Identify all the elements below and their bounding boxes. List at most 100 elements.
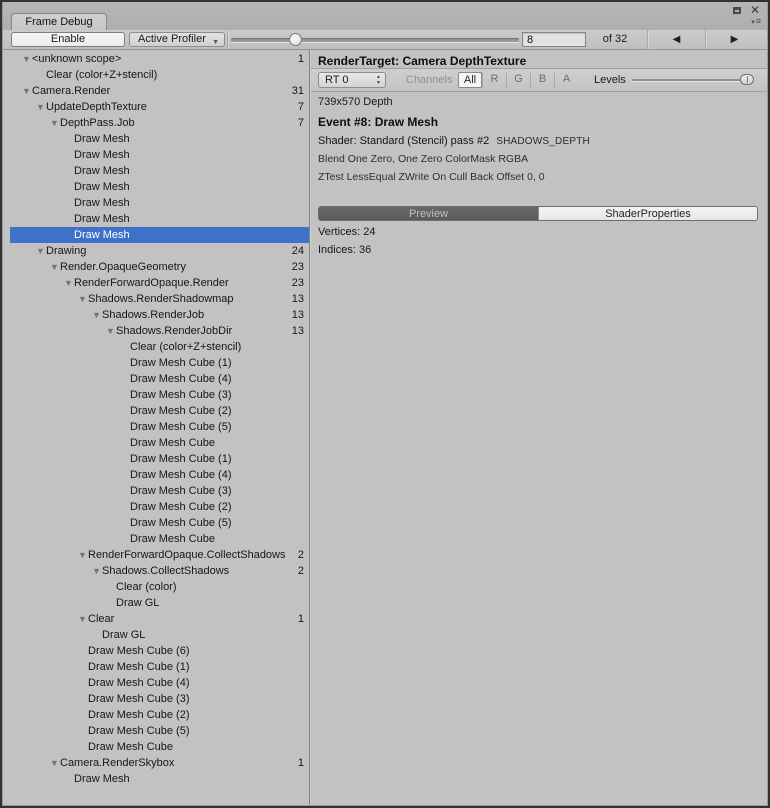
tree-row[interactable]: ▼ Camera.Render 31 (10, 83, 309, 99)
rt-select-dropdown[interactable]: RT 0 ▲ ▼ (318, 72, 386, 88)
tree-row[interactable]: Draw Mesh (10, 227, 309, 243)
tree-row[interactable]: Draw Mesh Cube (2) (10, 707, 309, 723)
tree-row[interactable]: Draw Mesh (10, 131, 309, 147)
detail-panel: RenderTarget: Camera DepthTexture RT 0 ▲… (311, 50, 767, 805)
tree-row[interactable]: Draw Mesh Cube (10, 435, 309, 451)
channels-label: Channels (406, 74, 453, 86)
tree-row[interactable]: ▼ <unknown scope> 1 (10, 51, 309, 67)
tree-row-count: 23 (291, 277, 304, 289)
expander-triangle-icon[interactable]: ▼ (106, 323, 116, 339)
tree-row[interactable]: ▼ Render.OpaqueGeometry 23 (10, 259, 309, 275)
enable-button[interactable]: Enable (11, 32, 125, 47)
expander-triangle-icon[interactable]: ▼ (92, 307, 102, 323)
tree-row[interactable]: ▼ Shadows.RenderShadowmap 13 (10, 291, 309, 307)
levels-slider[interactable] (632, 69, 754, 91)
close-icon[interactable]: ✕ (750, 3, 760, 17)
expander-triangle-icon[interactable]: ▼ (22, 51, 32, 67)
expander-triangle-icon[interactable]: ▼ (36, 243, 46, 259)
tree-row[interactable]: ▼ Drawing 24 (10, 243, 309, 259)
tab-preview[interactable]: Preview (319, 207, 538, 220)
tree-row[interactable]: Clear (color+Z+stencil) (10, 67, 309, 83)
tree-row[interactable]: Draw Mesh Cube (5) (10, 419, 309, 435)
tree-row-label: Draw Mesh Cube (2) (130, 405, 232, 417)
frame-total-label: of 32 (602, 33, 628, 45)
tree-row[interactable]: Draw Mesh Cube (10, 739, 309, 755)
expander-triangle-icon[interactable]: ▼ (50, 755, 60, 771)
tree-row-count: 1 (297, 53, 304, 65)
frame-slider-thumb[interactable] (289, 33, 302, 46)
tree-row-label: Draw Mesh (74, 165, 130, 177)
expander-triangle-icon[interactable]: ▼ (78, 291, 88, 307)
expander-triangle-icon[interactable]: ▼ (78, 611, 88, 627)
tree-row[interactable]: ▼ RenderForwardOpaque.CollectShadows 2 (10, 547, 309, 563)
expander-triangle-icon[interactable]: ▼ (64, 275, 74, 291)
expander-triangle-icon[interactable]: ▼ (92, 563, 102, 579)
tree-row[interactable]: Draw Mesh Cube (4) (10, 675, 309, 691)
channel-button-a[interactable]: A (554, 72, 578, 88)
tree-row[interactable]: Draw GL (10, 627, 309, 643)
channel-button-b[interactable]: B (530, 72, 554, 88)
window-menu-icon[interactable]: ▾≡ (751, 17, 761, 27)
tree-row[interactable]: ▼ Camera.RenderSkybox 1 (10, 755, 309, 771)
maximize-icon[interactable] (733, 7, 741, 14)
levels-minmax-thumb[interactable] (740, 74, 754, 85)
expander-triangle-icon[interactable]: ▼ (78, 547, 88, 563)
titlebar[interactable]: Frame Debug ✕ ▾≡ (3, 2, 767, 30)
tree-row[interactable]: Draw Mesh Cube (10, 531, 309, 547)
expander-triangle-icon[interactable]: ▼ (22, 83, 32, 99)
tree-row[interactable]: Draw Mesh Cube (3) (10, 483, 309, 499)
tree-row[interactable]: ▼ Clear 1 (10, 611, 309, 627)
tree-row[interactable]: Draw Mesh (10, 163, 309, 179)
next-frame-button[interactable]: ▶ (705, 30, 763, 49)
tree-row[interactable]: ▼ UpdateDepthTexture 7 (10, 99, 309, 115)
expander-triangle-icon[interactable]: ▼ (36, 99, 46, 115)
tree-row-count: 7 (297, 101, 304, 113)
tree-row[interactable]: Draw Mesh (10, 195, 309, 211)
tree-row[interactable]: ▼ Shadows.RenderJob 13 (10, 307, 309, 323)
tree-row[interactable]: Draw Mesh (10, 179, 309, 195)
tree-row[interactable]: Draw Mesh (10, 771, 309, 787)
tree-row[interactable]: Draw Mesh Cube (1) (10, 451, 309, 467)
tree-row[interactable]: Draw Mesh (10, 211, 309, 227)
tree-row[interactable]: Draw GL (10, 595, 309, 611)
channel-button-g[interactable]: G (506, 72, 530, 88)
tree-row[interactable]: ▼ DepthPass.Job 7 (10, 115, 309, 131)
prev-frame-button[interactable]: ◀ (647, 30, 705, 49)
tree-row[interactable]: ▼ Shadows.RenderJobDir 13 (10, 323, 309, 339)
tree-row-label: Render.OpaqueGeometry (60, 261, 186, 273)
expander-triangle-icon[interactable]: ▼ (50, 259, 60, 275)
tree-row[interactable]: Draw Mesh Cube (3) (10, 691, 309, 707)
tree-row[interactable]: Clear (color+Z+stencil) (10, 339, 309, 355)
expander-triangle-icon[interactable]: ▼ (50, 115, 60, 131)
active-profiler-dropdown[interactable]: Active Profiler ▼ (129, 32, 225, 47)
tree-row[interactable]: ▼ RenderForwardOpaque.Render 23 (10, 275, 309, 291)
frame-slider[interactable] (231, 30, 519, 49)
levels-slider-track[interactable] (632, 79, 750, 81)
active-profiler-label: Active Profiler (138, 33, 206, 45)
tree-row[interactable]: Draw Mesh Cube (1) (10, 659, 309, 675)
tree-row[interactable]: Draw Mesh Cube (4) (10, 467, 309, 483)
tree-row[interactable]: Draw Mesh (10, 147, 309, 163)
tree-row[interactable]: Draw Mesh Cube (1) (10, 355, 309, 371)
tree-row[interactable]: Draw Mesh Cube (2) (10, 403, 309, 419)
panel-divider[interactable] (309, 50, 310, 805)
tree-row-label: Draw GL (102, 629, 146, 641)
tree-row[interactable]: Clear (color) (10, 579, 309, 595)
tree-row[interactable]: ▼ Shadows.CollectShadows 2 (10, 563, 309, 579)
channel-button-all[interactable]: All (458, 72, 482, 88)
tab-frame-debug[interactable]: Frame Debug (11, 13, 107, 30)
tab-shaderproperties[interactable]: ShaderProperties (538, 207, 757, 220)
tree-row[interactable]: Draw Mesh Cube (4) (10, 371, 309, 387)
tree-row[interactable]: Draw Mesh Cube (2) (10, 499, 309, 515)
tree-row[interactable]: Draw Mesh Cube (3) (10, 387, 309, 403)
channel-button-r[interactable]: R (482, 72, 506, 88)
tree-row[interactable]: Draw Mesh Cube (5) (10, 515, 309, 531)
tree-row[interactable]: Draw Mesh Cube (6) (10, 643, 309, 659)
frame-number-input[interactable] (522, 32, 586, 47)
tree-row-label: Draw Mesh Cube (130, 437, 215, 449)
frame-slider-track[interactable] (231, 38, 519, 42)
tree-row[interactable]: Draw Mesh Cube (5) (10, 723, 309, 739)
